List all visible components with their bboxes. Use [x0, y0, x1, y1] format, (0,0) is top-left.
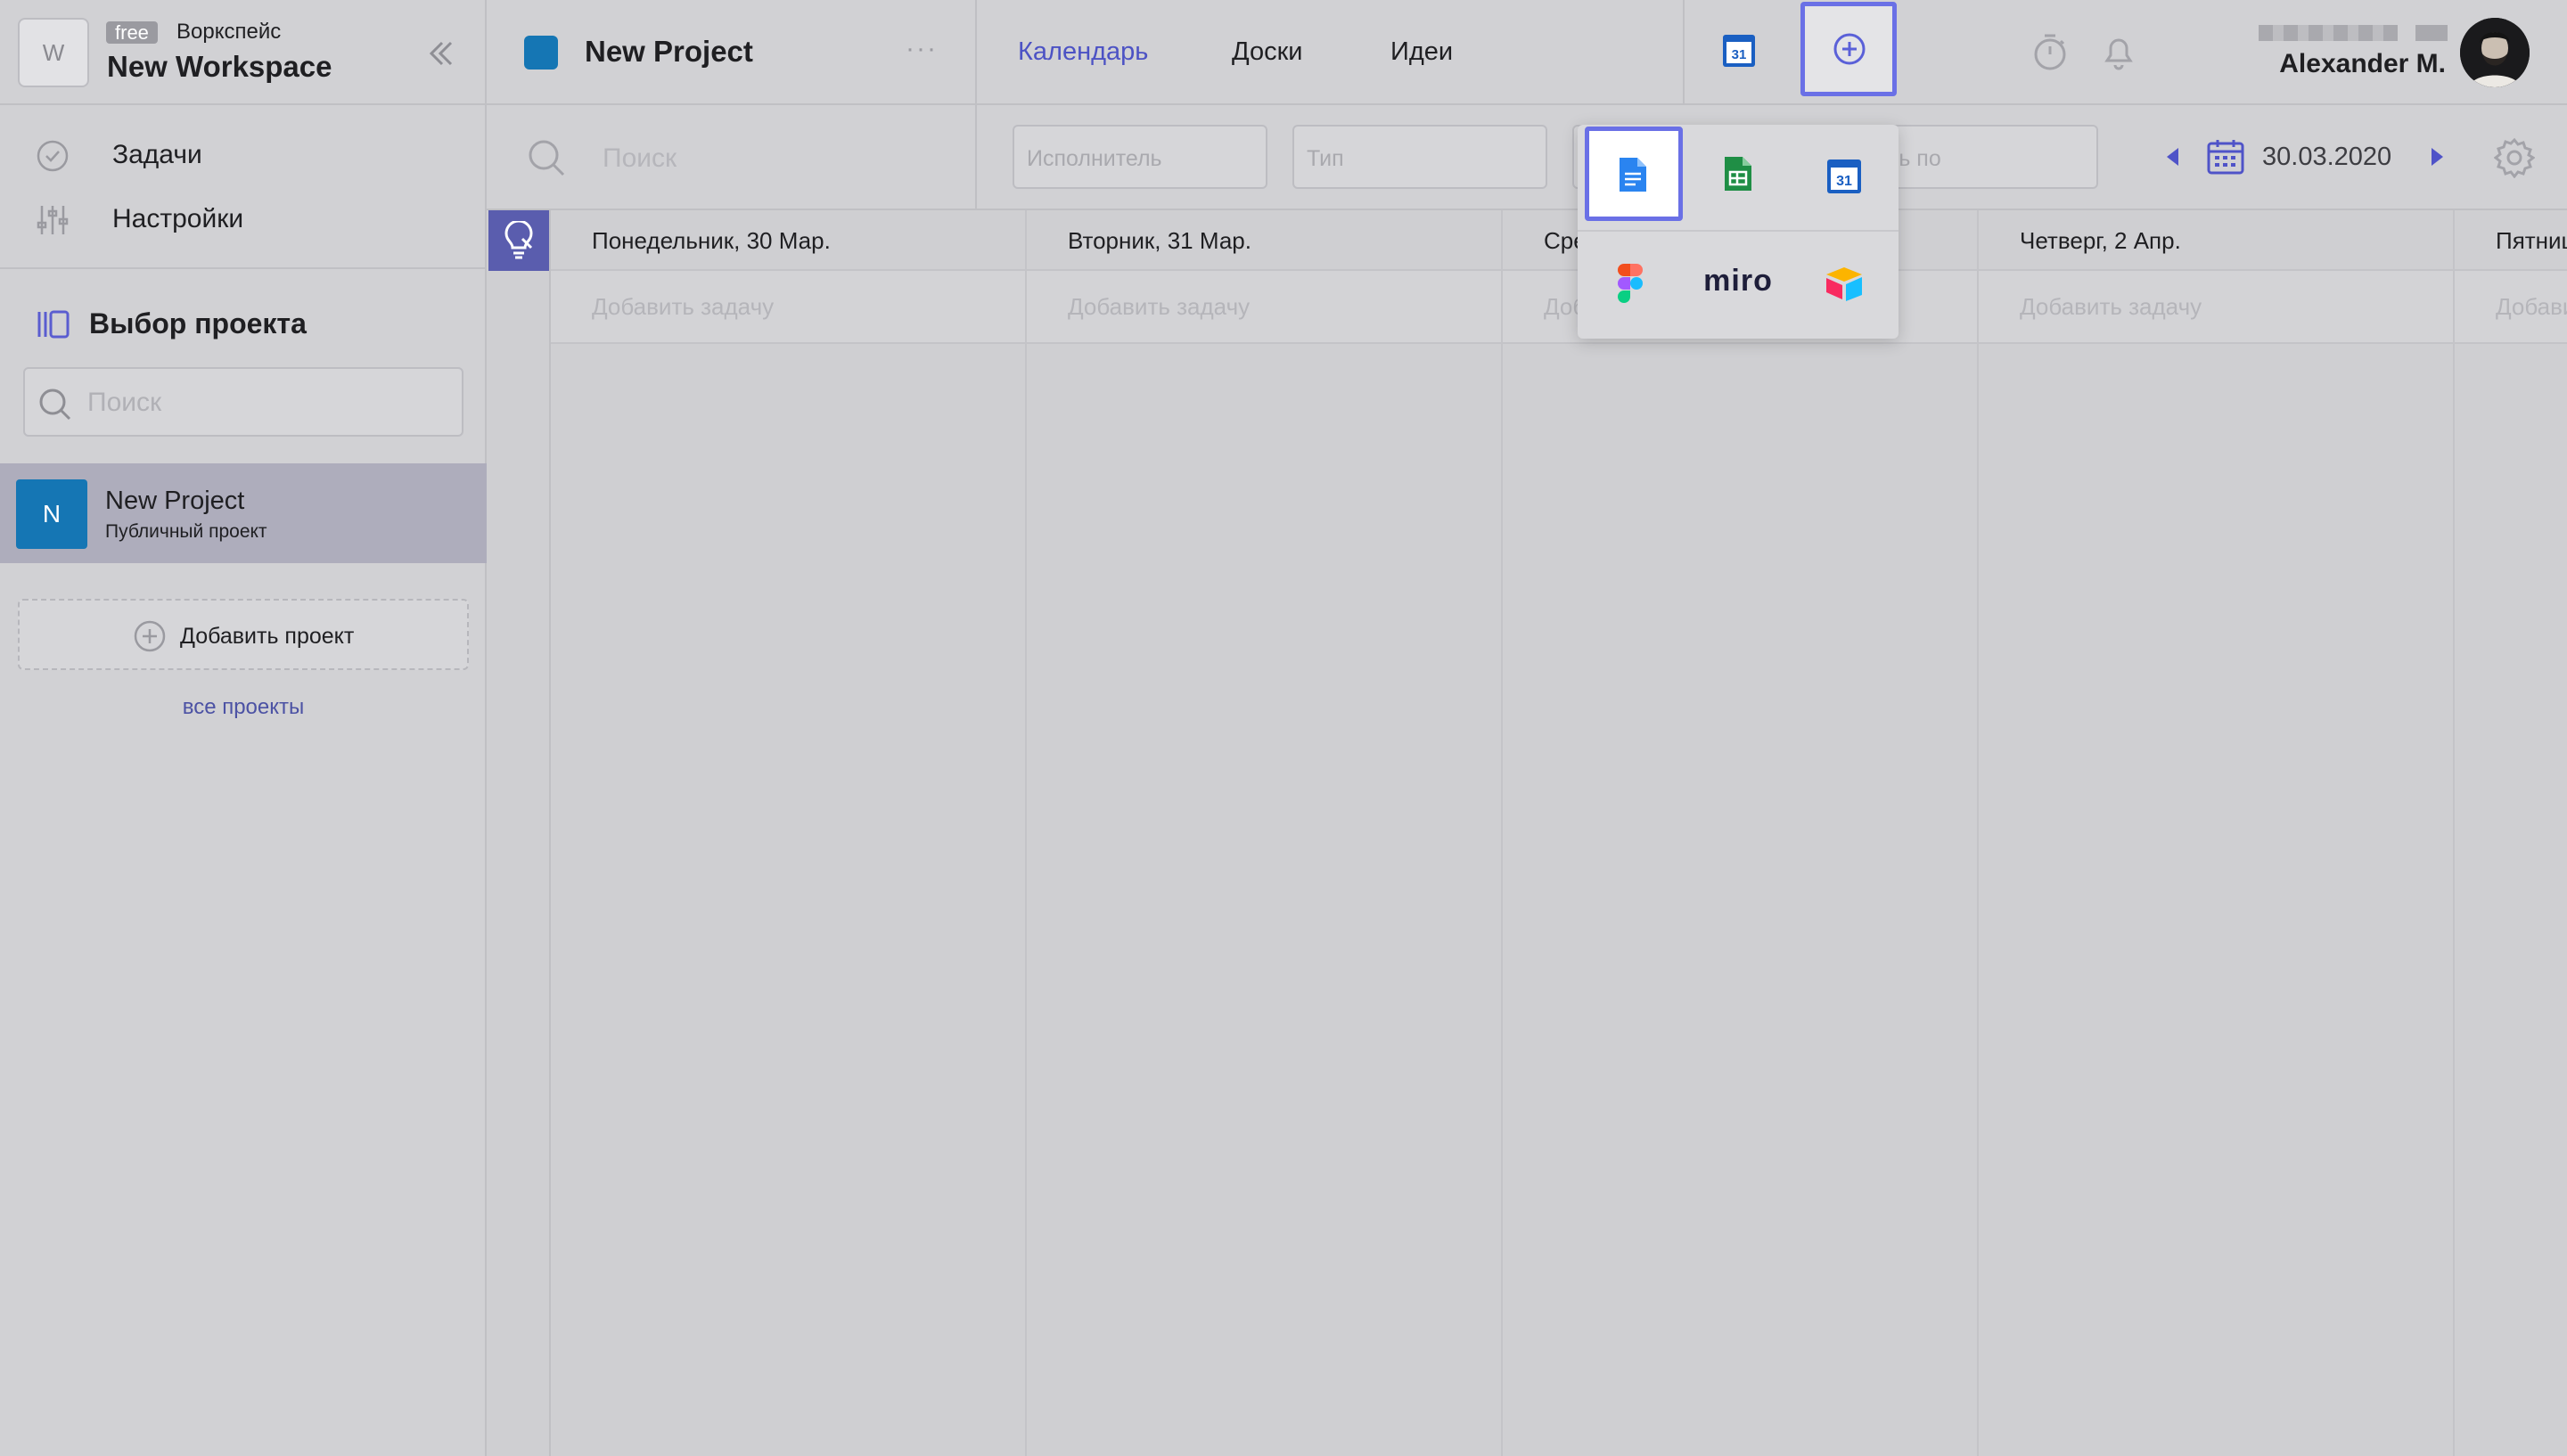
timer-icon[interactable]	[2030, 32, 2070, 71]
google-sheets-icon	[1725, 157, 1751, 191]
project-search[interactable]	[23, 367, 463, 437]
add-project-label: Добавить проект	[180, 624, 355, 649]
filter-bar: 30.03.2020	[487, 105, 2567, 210]
workspace-name: New Workspace	[107, 50, 332, 83]
add-task-label: Добавить задачу	[1068, 293, 1251, 320]
dropdown-divider	[1578, 230, 1899, 232]
google-calendar-icon[interactable]: 31	[1722, 34, 1756, 68]
sidebar-divider	[0, 267, 487, 269]
tab-ideas[interactable]: Идеи	[1390, 36, 1453, 68]
day-header-label: Пятница, 3 Апр.	[2496, 227, 2567, 254]
day-column: Пятница, 3 Апр. Добавить задачу	[2455, 210, 2567, 1456]
project-list-item[interactable]: N New Project Публичный проект	[0, 463, 487, 563]
day-header: Пятница, 3 Апр.	[2455, 210, 2567, 271]
google-sheets-option[interactable]	[1689, 130, 1787, 225]
workspace-avatar: W	[18, 18, 89, 87]
day-header-label: Вторник, 31 Мар.	[1068, 227, 1251, 254]
day-column: Вторник, 31 Мар. Добавить задачу	[1027, 210, 1503, 1456]
project-search-input[interactable]	[87, 383, 444, 422]
more-options-icon[interactable]: ···	[906, 36, 950, 71]
day-header: Понедельник, 30 Мар.	[551, 210, 1025, 271]
calendar-day-number: 31	[1836, 174, 1852, 189]
day-column: Четверг, 2 Апр. Добавить задачу	[1979, 210, 2455, 1456]
collapse-sidebar-icon[interactable]	[422, 36, 458, 71]
user-name[interactable]: Alexander M.	[2207, 48, 2446, 80]
nav-item-tasks[interactable]: Задачи	[0, 125, 487, 184]
tab-calendar[interactable]: Календарь	[1018, 36, 1148, 68]
type-filter[interactable]	[1292, 125, 1547, 189]
check-circle-icon	[36, 139, 70, 173]
project-selector-icon	[36, 307, 71, 342]
nav-label: Настройки	[112, 204, 244, 233]
type-filter-input[interactable]	[1307, 143, 1521, 175]
add-task-label: Добавить задачу	[592, 293, 775, 320]
figma-option[interactable]	[1583, 237, 1681, 331]
add-task-label: Добавить задачу	[2496, 293, 2567, 320]
notifications-bell-icon[interactable]	[2100, 32, 2137, 71]
miro-logo: miro	[1703, 264, 1773, 298]
figma-icon	[1618, 264, 1643, 303]
day-column: Среда, 1 Апр. Добавить задачу	[1503, 210, 1979, 1456]
plan-badge: free	[106, 21, 158, 44]
project-item-name: New Project	[105, 487, 245, 515]
previous-date-icon[interactable]	[2164, 146, 2180, 168]
add-task-button[interactable]: Добавить задачу	[2455, 271, 2567, 344]
projects-title: Выбор проекта	[89, 307, 307, 339]
day-header: Четверг, 2 Апр.	[1979, 210, 2453, 271]
topbar-divider	[975, 0, 977, 105]
topbar-divider	[1683, 0, 1685, 105]
calendar-grid: Понедельник, 30 Мар. Добавить задачу Вто…	[488, 210, 2567, 1456]
day-header: Вторник, 31 Мар.	[1027, 210, 1501, 271]
project-avatar: N	[16, 479, 87, 549]
nav-label: Задачи	[112, 140, 202, 169]
lightbulb-icon	[504, 221, 533, 259]
tab-boards[interactable]: Доски	[1232, 36, 1302, 68]
gear-icon[interactable]	[2493, 137, 2536, 179]
nav-item-settings[interactable]: Настройки	[0, 189, 487, 248]
redacted-text	[2415, 25, 2448, 41]
ideas-column	[488, 210, 551, 1456]
day-header-label: Четверг, 2 Апр.	[2020, 227, 2181, 254]
search-icon	[526, 137, 567, 178]
google-calendar-icon: 31	[1827, 160, 1861, 193]
integrations-dropdown: 31 miro	[1578, 125, 1899, 339]
project-name: New Project	[585, 35, 753, 68]
calendar-day-number: 31	[1732, 47, 1747, 62]
add-task-button[interactable]: Добавить задачу	[551, 271, 1025, 344]
airtable-icon	[1826, 267, 1862, 301]
add-integration-button[interactable]	[1800, 2, 1897, 96]
assignee-filter[interactable]	[1013, 125, 1267, 189]
add-task-button[interactable]: Добавить задачу	[1979, 271, 2453, 344]
add-project-button[interactable]: Добавить проект	[18, 599, 469, 670]
project-color-swatch	[524, 36, 558, 70]
topbar: New Project ··· Календарь Доски Идеи 31 …	[487, 0, 2567, 105]
plus-circle-icon	[132, 618, 168, 654]
sidebar: W free Воркспейс New Workspace Задачи На…	[0, 0, 487, 1456]
workspace-header[interactable]: W free Воркспейс New Workspace	[0, 0, 487, 105]
google-docs-icon	[1620, 158, 1646, 192]
next-date-icon[interactable]	[2430, 146, 2446, 168]
miro-option[interactable]: miro	[1685, 237, 1792, 331]
airtable-option[interactable]	[1796, 237, 1894, 331]
workspace-kind-label: Воркспейс	[176, 20, 282, 44]
task-search-input[interactable]	[603, 139, 959, 178]
day-column: Понедельник, 30 Мар. Добавить задачу	[551, 210, 1027, 1456]
filter-divider	[975, 105, 977, 210]
sliders-icon	[36, 203, 70, 237]
ideas-toggle-button[interactable]	[488, 210, 549, 271]
add-task-label: Добавить задачу	[2020, 293, 2202, 320]
redacted-text	[2259, 25, 2398, 41]
google-calendar-option[interactable]: 31	[1796, 130, 1894, 225]
calendar-icon[interactable]	[2207, 139, 2244, 175]
day-header-label: Понедельник, 30 Мар.	[592, 227, 831, 254]
all-projects-link[interactable]: все проекты	[0, 695, 487, 720]
user-avatar[interactable]	[2460, 18, 2530, 87]
google-docs-option[interactable]	[1585, 127, 1683, 221]
add-task-button[interactable]: Добавить задачу	[1027, 271, 1501, 344]
project-item-visibility: Публичный проект	[105, 521, 267, 542]
assignee-filter-input[interactable]	[1027, 143, 1241, 175]
plus-circle-icon	[1832, 31, 1867, 67]
search-icon	[37, 387, 73, 422]
current-date[interactable]: 30.03.2020	[2262, 141, 2391, 173]
